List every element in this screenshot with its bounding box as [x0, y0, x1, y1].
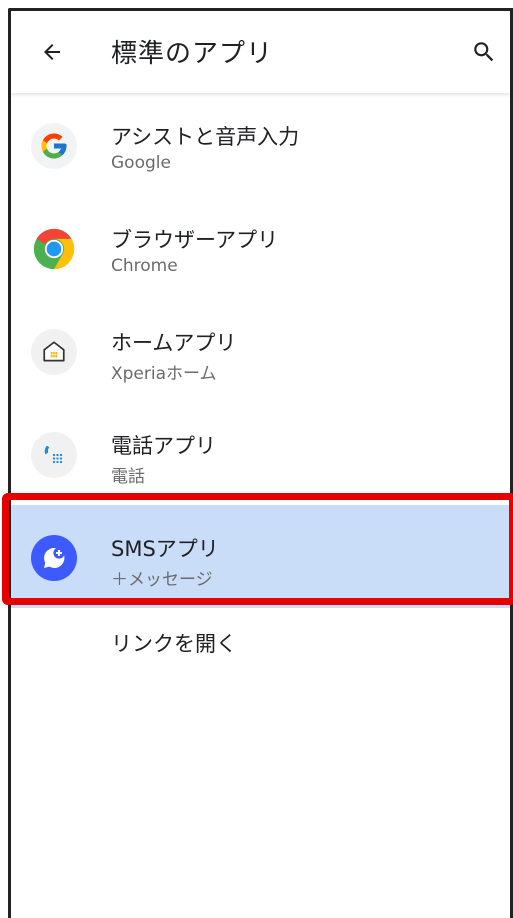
- list-item-summary: 電話: [111, 467, 145, 487]
- list-item-label: ブラウザーアプリ: [111, 228, 279, 252]
- list-item-home[interactable]: ホームアプリ Xperiaホーム: [11, 299, 510, 402]
- default-apps-list: アシストと音声入力 Google ブラウザーアプリ Chrome ホームアプリ …: [11, 93, 510, 711]
- plus-message-icon: [31, 535, 77, 581]
- google-icon: [31, 123, 77, 169]
- page-title: 標準のアプリ: [111, 39, 274, 69]
- list-item-assist[interactable]: アシストと音声入力 Google: [11, 93, 510, 196]
- list-item-summary: Xperiaホーム: [111, 364, 217, 384]
- search-button[interactable]: [469, 37, 499, 67]
- phone-icon: [31, 432, 77, 478]
- app-bar: 標準のアプリ: [11, 11, 510, 93]
- list-item-label: アシストと音声入力: [111, 125, 300, 149]
- arrow-back-icon: [44, 44, 60, 60]
- list-item-label: SMSアプリ: [111, 537, 219, 561]
- list-item-sms[interactable]: SMSアプリ ＋メッセージ: [11, 505, 510, 608]
- list-item-label: リンクを開く: [111, 632, 237, 656]
- chrome-icon: [31, 226, 77, 272]
- list-item-summary: ＋メッセージ: [111, 570, 213, 590]
- search-icon: [474, 42, 494, 62]
- list-item-open-links[interactable]: リンクを開く: [11, 608, 510, 711]
- list-item-phone[interactable]: 電話アプリ 電話: [11, 402, 510, 505]
- list-item-browser[interactable]: ブラウザーアプリ Chrome: [11, 196, 510, 299]
- list-item-summary: Chrome: [111, 256, 178, 276]
- list-item-label: 電話アプリ: [111, 434, 216, 458]
- list-item-summary: Google: [111, 153, 171, 173]
- home-icon: [31, 329, 77, 375]
- back-button[interactable]: [37, 37, 67, 67]
- phone-frame: 標準のアプリ アシストと音声入力 Google ブラウザーアプリ Chrome …: [8, 8, 513, 918]
- list-item-label: ホームアプリ: [111, 331, 237, 355]
